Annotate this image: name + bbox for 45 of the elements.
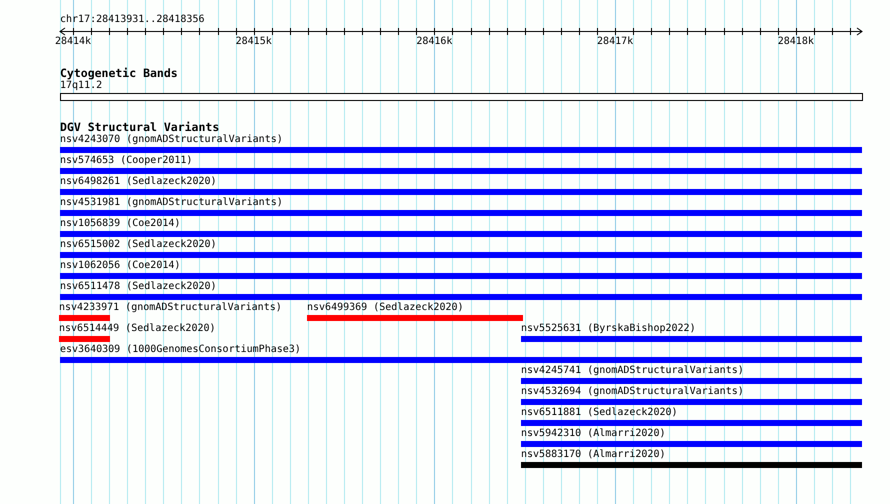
variant-bar[interactable] [60,189,862,195]
variant-bar[interactable] [60,294,862,300]
variant-label[interactable]: nsv1056839 (Coe2014) [60,218,180,229]
variant-label[interactable]: nsv6498261 (Sedlazeck2020) [60,176,217,187]
variant-bar[interactable] [307,315,523,321]
variant-label[interactable]: nsv1062056 (Coe2014) [60,260,180,271]
variant-bar[interactable] [60,273,862,279]
variant-label[interactable]: nsv6499369 (Sedlazeck2020) [307,302,464,313]
variant-bar[interactable] [60,357,862,363]
variant-label[interactable]: nsv5883170 (Almarri2020) [521,449,666,460]
variant-bar[interactable] [60,168,862,174]
variant-label[interactable]: nsv4531981 (gnomADStructuralVariants) [60,197,283,208]
variant-label[interactable]: nsv4233971 (gnomADStructuralVariants) [59,302,282,313]
variant-label[interactable]: nsv574653 (Cooper2011) [60,155,192,166]
tick-label: 28418k [778,36,814,48]
variant-bar[interactable] [521,336,862,342]
variant-label[interactable]: nsv4245741 (gnomADStructuralVariants) [521,365,744,376]
variant-label[interactable]: nsv4243070 (gnomADStructuralVariants) [60,134,283,145]
location-text: chr17:28413931..28418356 [60,14,206,26]
variant-bar[interactable] [521,420,862,426]
variant-label[interactable]: nsv6515002 (Sedlazeck2020) [60,239,217,250]
variant-bar[interactable] [59,315,110,321]
variant-bar[interactable] [59,336,110,342]
tick-label: 28415k [236,36,272,48]
variant-label[interactable]: nsv6511881 (Sedlazeck2020) [521,407,678,418]
variant-bar[interactable] [521,441,862,447]
variant-label[interactable]: nsv4532694 (gnomADStructuralVariants) [521,386,744,397]
variant-bar[interactable] [521,378,862,384]
variant-label[interactable]: nsv6514449 (Sedlazeck2020) [59,323,216,334]
track-title: Cytogenetic Bands [60,67,179,80]
tick-label: 28417k [597,36,634,48]
variant-label[interactable]: nsv5942310 (Almarri2020) [521,428,666,439]
variant-bar[interactable] [60,231,862,237]
band-label: 17q11.2 [60,80,104,91]
variant-bar[interactable] [521,462,862,468]
track-title: DGV Structural Variants [60,121,220,134]
variant-bar[interactable] [60,210,862,216]
variant-label[interactable]: nsv6511478 (Sedlazeck2020) [60,281,217,292]
tick-label: 28416k [416,36,452,48]
variant-label[interactable]: nsv5525631 (ByrskaBishop2022) [521,323,696,334]
variant-label[interactable]: esv3640309 (1000GenomesConsortiumPhase3) [60,344,301,355]
variant-bar[interactable] [60,252,862,258]
variant-bar[interactable] [521,399,862,405]
tick-label: 28414k [54,36,92,48]
variant-bar[interactable] [60,147,862,153]
